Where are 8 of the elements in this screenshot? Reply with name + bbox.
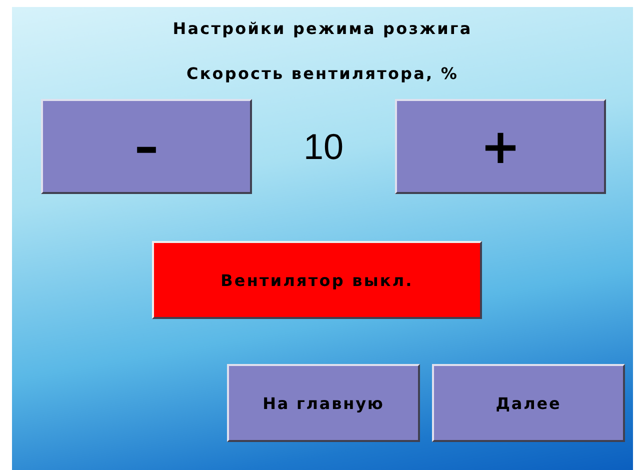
nav-button[interactable]: Далее <box>432 364 625 442</box>
nav-button[interactable]: На главную <box>227 364 420 442</box>
increase-button[interactable]: + <box>395 99 606 194</box>
screen-title: Настройки режима розжига <box>172 19 472 38</box>
fan-toggle-button[interactable]: Вентилятор выкл. <box>152 241 482 319</box>
decrease-button[interactable]: – <box>41 99 252 194</box>
speed-value: 10 <box>302 126 345 168</box>
setting-label: Скорость вентилятора, % <box>186 64 458 83</box>
